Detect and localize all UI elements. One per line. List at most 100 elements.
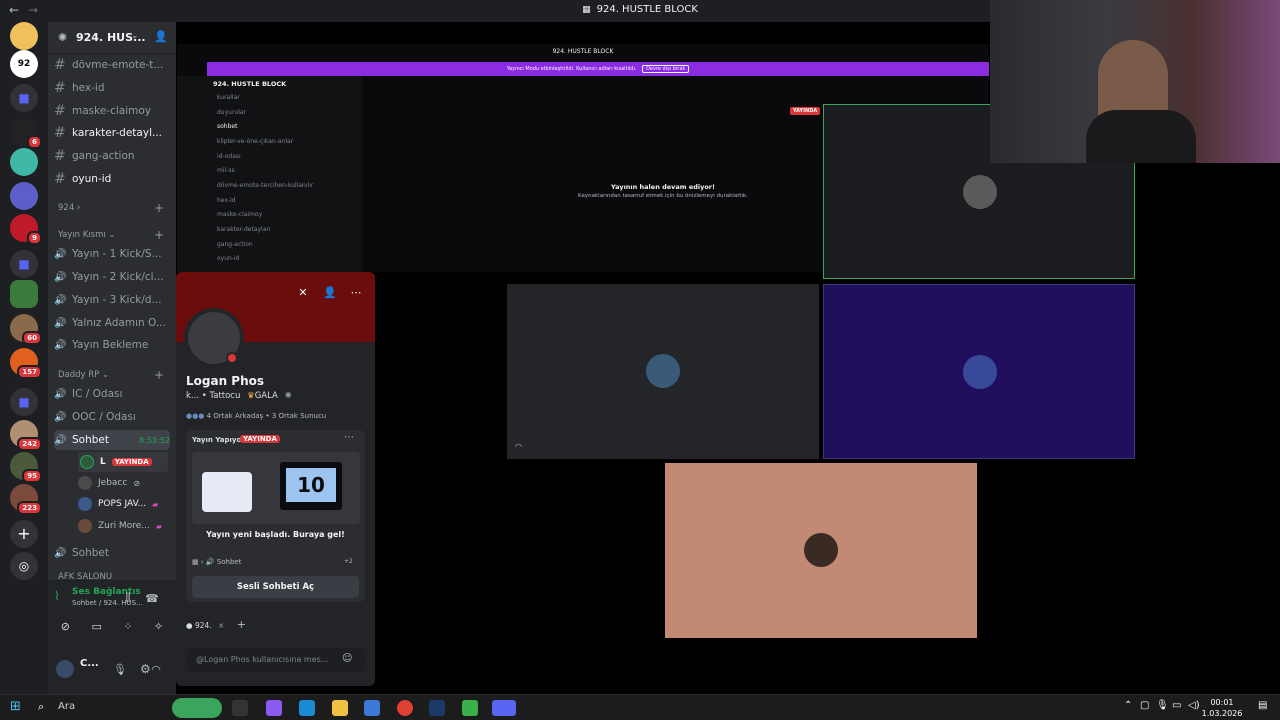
add-channel-icon[interactable]: + — [154, 201, 164, 215]
category-924[interactable]: 924 › — [58, 203, 80, 213]
voice-channel[interactable]: 🔊 Yayın Bekleme — [54, 335, 170, 355]
discover-icon[interactable]: ◎ — [10, 552, 38, 580]
user-name[interactable]: C... — [80, 658, 99, 669]
microphone-icon[interactable]: 🎙 — [112, 661, 128, 677]
chevron-down-icon: ⌄ — [131, 31, 139, 41]
category-daddy[interactable]: Daddy RP ⌄ — [58, 370, 109, 380]
server-entry[interactable] — [10, 182, 38, 210]
store-icon[interactable] — [364, 700, 380, 716]
channel-item[interactable]: # karakter-detayl... — [54, 123, 170, 143]
add-icon[interactable]: + — [237, 618, 246, 631]
voice-channel[interactable]: 🔊 Yalnız Adamın O... — [54, 313, 170, 333]
disable-button[interactable]: Devre dışı bırak — [642, 65, 690, 73]
avatar — [804, 533, 838, 567]
server-924[interactable]: 92 — [10, 50, 38, 78]
copilot-icon[interactable] — [266, 700, 282, 716]
voice-user[interactable]: POPS JAV... ▰ — [78, 494, 158, 514]
channel-item[interactable]: # gang-action — [54, 146, 170, 166]
gear-icon[interactable]: ⚙ — [140, 662, 151, 676]
server-entry[interactable] — [10, 148, 38, 176]
chrome-icon[interactable] — [397, 700, 413, 716]
emoji-icon[interactable]: ☺ — [342, 653, 352, 664]
edge-icon[interactable] — [299, 700, 315, 716]
video-off-icon[interactable]: ⊘ — [61, 620, 70, 633]
video-off-icon[interactable] — [22, 621, 42, 637]
activities-icon[interactable]: ⁘ — [123, 620, 132, 633]
server-entry[interactable]: 9 — [10, 214, 42, 245]
server-entry[interactable] — [10, 280, 38, 308]
windows-start-icon[interactable]: ⊞ — [10, 699, 21, 714]
close-icon[interactable]: × — [218, 621, 224, 630]
join-voice-button[interactable]: Sesli Sohbeti Aç — [192, 576, 359, 598]
folder-icon[interactable]: ■ — [10, 250, 38, 278]
channel-item[interactable]: # dövme-emote-t... — [54, 55, 170, 75]
voice-channel[interactable]: 🔊 Yayın - 2 Kick/ci... — [54, 267, 170, 287]
search-icon[interactable]: ⌕ — [38, 700, 44, 714]
server-avatar[interactable] — [10, 22, 38, 50]
video-tile[interactable]: ◠ — [507, 284, 819, 459]
server-entry[interactable]: 223 — [10, 484, 42, 515]
more-icon[interactable]: ⋯ — [344, 432, 354, 443]
hash-icon: # — [54, 148, 66, 164]
folder-icon[interactable]: ■ — [10, 84, 38, 112]
chevron-up-icon[interactable]: ⌃ — [1124, 700, 1132, 711]
participant-count: +2 — [344, 558, 353, 565]
mutuals[interactable]: ●●● 4 Ortak Arkadaş • 3 Ortak Sunucu — [186, 412, 326, 420]
user-panel: C... 🎙 ◠ ⚙ — [48, 642, 176, 694]
activity-icon: ▰ — [152, 499, 159, 509]
more-icon[interactable]: ⋯ — [348, 284, 364, 300]
voice-channel[interactable]: 🔊 OOC / Odası — [54, 407, 170, 427]
server-chip[interactable]: ● 924. × + — [186, 618, 246, 631]
voice-user[interactable]: Zuri More... ▰ — [78, 516, 162, 536]
category-yayin[interactable]: Yayın Kısmı ⌄ — [58, 230, 116, 240]
activity-icon: ▰ — [155, 521, 162, 531]
clock[interactable]: 00:01 1.03.2026 — [1200, 697, 1244, 719]
voice-channel[interactable]: 🔊 IC / Odası — [54, 384, 170, 404]
channel-item[interactable]: # hex-id — [54, 78, 170, 98]
notifications-icon[interactable]: ▤ — [1258, 700, 1267, 711]
video-tile[interactable] — [823, 284, 1135, 459]
folder-icon[interactable] — [332, 700, 348, 716]
message-input[interactable]: @Logan Phos kullanıcısına mes... ☺ — [186, 648, 365, 672]
voice-channel[interactable]: 🔊 Yayın - 3 Kick/d... — [54, 290, 170, 310]
server-header[interactable]: ✺ 924. HUS... ⌄ 👤 — [48, 22, 176, 54]
voice-user[interactable]: Jebacc ⊘ — [78, 473, 140, 493]
discord-icon[interactable] — [492, 700, 516, 716]
avatar — [78, 497, 92, 511]
voice-channel[interactable]: 🔊 Sohbet — [54, 543, 170, 563]
tray-icon[interactable]: ▢ — [1140, 700, 1149, 711]
search-label[interactable]: Ara — [58, 701, 75, 712]
voice-channel-active[interactable]: 🔊 Sohbet 8:53:52 — [54, 430, 170, 450]
settings-icon[interactable] — [6, 661, 22, 677]
task-view-icon[interactable] — [232, 700, 248, 716]
invite-icon[interactable]: 👤 — [154, 30, 168, 43]
video-tile[interactable] — [665, 463, 977, 638]
voice-user[interactable]: L YAYINDA — [78, 452, 168, 472]
channel-item[interactable]: # maske-claimoy — [54, 101, 170, 121]
server-entry[interactable]: 6 — [10, 118, 42, 149]
add-channel-icon[interactable]: + — [154, 228, 164, 242]
server-entry[interactable]: 60 — [10, 314, 42, 345]
noise-icon[interactable]: ⫼ — [120, 590, 136, 606]
volume-icon[interactable]: ◁) — [1188, 700, 1200, 711]
add-friend-icon[interactable]: 👤 — [322, 284, 338, 300]
app-icon[interactable] — [462, 700, 478, 716]
soundboard-icon[interactable]: ✧ — [154, 620, 163, 633]
add-channel-icon[interactable]: + — [154, 368, 164, 382]
screen-share-icon[interactable]: ▭ — [91, 620, 101, 633]
server-entry[interactable]: 157 — [10, 348, 42, 379]
close-icon[interactable]: ✕ — [295, 284, 311, 300]
activity-channel[interactable]: ▦ › 🔊 Sohbet — [192, 558, 242, 566]
folder-icon[interactable]: ■ — [10, 388, 38, 416]
server-entry[interactable]: 242 — [10, 420, 42, 451]
network-icon[interactable]: ▭ — [1172, 700, 1181, 711]
disconnect-icon[interactable]: ☎ — [144, 590, 160, 606]
voice-channel[interactable]: 🔊 Yayın - 1 Kick/S... — [54, 244, 170, 264]
add-server-icon[interactable]: + — [10, 520, 38, 548]
avatar[interactable] — [56, 660, 74, 678]
steam-icon[interactable] — [429, 700, 445, 716]
muted-icon: ⊘ — [133, 478, 141, 488]
server-entry[interactable]: 95 — [10, 452, 42, 483]
channel-item[interactable]: # oyun-id — [54, 169, 170, 189]
mic-icon[interactable]: 🎙 — [1156, 700, 1169, 711]
